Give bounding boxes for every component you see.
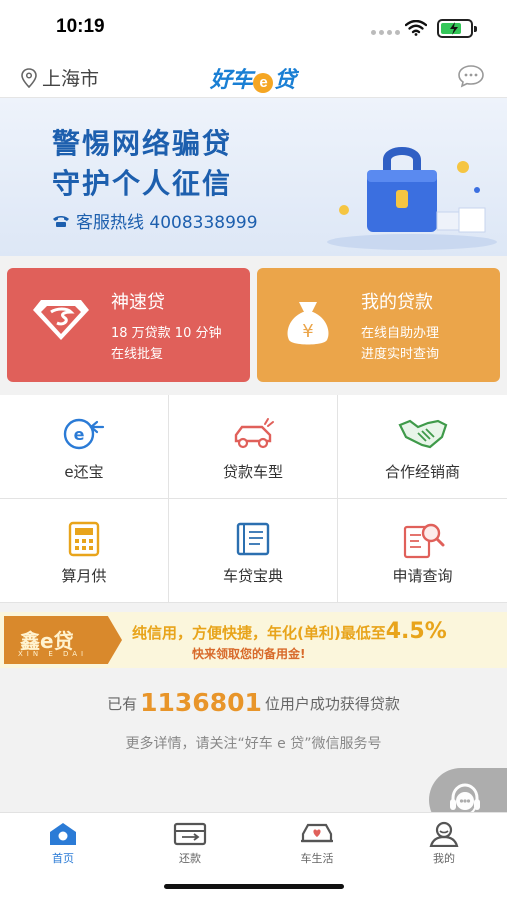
tab-label: 首页 <box>52 852 74 865</box>
banner-headline: 警惕网络骗贷 <box>52 127 233 160</box>
wifi-icon <box>405 20 427 36</box>
app-header: 上海市 好车 e 贷 <box>0 56 507 98</box>
card-subtitle: 进度实时查询 <box>361 347 440 362</box>
location-selector[interactable]: 上海市 <box>20 64 99 91</box>
tab-label: 我的 <box>433 852 455 865</box>
grid-item-e-repay[interactable]: e e还宝 <box>0 395 169 499</box>
grid-item-monthly-calc[interactable]: 算月供 <box>0 499 169 603</box>
logo-e-mark: e <box>253 73 274 93</box>
user-profile-icon <box>429 821 459 847</box>
promo-headline-text: 纯信用，方便快捷，年化(单利)最低至 <box>132 624 386 642</box>
superman-shield-icon <box>33 300 89 340</box>
card-title: 我的贷款 <box>361 292 433 313</box>
app-logo: 好车 e 贷 <box>210 62 296 94</box>
my-loan-card[interactable]: ¥ 我的贷款 在线自助办理 进度实时查询 <box>257 268 500 382</box>
user-stats: 已有 1136801 位用户成功获得贷款 <box>0 688 507 717</box>
grid-item-label: 申请查询 <box>392 567 453 585</box>
tab-repayment[interactable]: 还款 <box>127 813 253 873</box>
promo-brand-sub: XIN E DAI <box>18 650 88 658</box>
repayment-card-icon <box>173 822 207 846</box>
tab-label: 还款 <box>179 852 201 865</box>
grid-item-label: 车贷宝典 <box>222 567 283 585</box>
search-document-icon <box>403 523 444 559</box>
car-life-icon <box>301 823 333 843</box>
e-repay-icon: e <box>63 418 105 450</box>
fraud-warning-banner[interactable]: 警惕网络骗贷 守护个人征信 客服热线 4008338999 <box>0 98 507 256</box>
home-indicator[interactable] <box>164 884 344 889</box>
message-icon[interactable] <box>457 64 485 88</box>
xin-e-dai-promo-banner[interactable]: 鑫e贷 XIN E DAI 纯信用，方便快捷，年化(单利)最低至4.5% 快来领… <box>0 612 507 668</box>
grid-item-loan-guide[interactable]: 车贷宝典 <box>169 499 338 603</box>
banner-subheadline: 守护个人征信 <box>52 167 233 200</box>
book-icon <box>236 522 270 556</box>
grid-item-application-query[interactable]: 申请查询 <box>338 499 507 603</box>
follow-wechat-note: 更多详情，请关注“好车 e 贷”微信服务号 <box>125 736 382 752</box>
grid-item-loan-car-models[interactable]: 贷款车型 <box>169 395 338 499</box>
stats-count: 1136801 <box>140 688 262 717</box>
home-icon <box>50 823 76 845</box>
express-loan-card[interactable]: 神速贷 18 万贷款 10 分钟 在线批复 <box>7 268 250 382</box>
tab-label: 车生活 <box>300 852 334 865</box>
grid-item-label: e还宝 <box>64 463 104 481</box>
calculator-icon <box>68 521 100 557</box>
phone-icon <box>53 215 69 227</box>
promo-rate: 4.5% <box>385 619 447 644</box>
promo-brand-tag: 鑫e贷 XIN E DAI <box>4 616 122 664</box>
product-cards: 神速贷 18 万贷款 10 分钟 在线批复 ¥ 我的贷款 在线自助办理 进度实时… <box>7 268 500 382</box>
card-title: 神速贷 <box>111 292 165 313</box>
padlock-illustration <box>327 147 497 250</box>
svg-text:¥: ¥ <box>302 321 313 342</box>
status-bar: 10:19 <box>0 0 507 56</box>
location-label: 上海市 <box>42 68 100 90</box>
promo-subline: 快来领取您的备用金! <box>192 647 306 661</box>
money-bag-icon: ¥ <box>287 302 329 345</box>
grid-item-label: 贷款车型 <box>222 463 283 481</box>
stats-suffix: 位用户成功获得贷款 <box>264 695 400 713</box>
tab-profile[interactable]: 我的 <box>381 813 507 873</box>
car-icon <box>234 418 274 449</box>
logo-text-part: 贷 <box>274 67 296 92</box>
svg-text:e: e <box>74 425 85 444</box>
battery-icon <box>437 19 477 38</box>
logo-text-part: 好车 <box>210 67 253 92</box>
hotline[interactable]: 客服热线 4008338999 <box>52 208 258 233</box>
tab-car-life[interactable]: 车生活 <box>254 813 380 873</box>
card-subtitle: 在线自助办理 <box>361 326 440 341</box>
grid-item-label: 算月供 <box>61 567 107 585</box>
card-subtitle: 在线批复 <box>111 347 164 362</box>
grid-item-label: 合作经销商 <box>384 463 460 481</box>
cellular-signal-icon <box>371 30 400 35</box>
grid-item-dealers[interactable]: 合作经销商 <box>338 395 507 499</box>
stats-prefix: 已有 <box>107 695 138 713</box>
promo-headline: 纯信用，方便快捷，年化(单利)最低至4.5% <box>132 619 447 644</box>
feature-grid: e e还宝 贷款车型 合作经销商 算月供 车贷宝典 申请查询 <box>0 395 507 603</box>
location-pin-icon <box>21 67 37 88</box>
card-subtitle: 18 万贷款 10 分钟 <box>111 326 222 341</box>
status-time: 10:19 <box>56 16 105 37</box>
tab-home[interactable]: 首页 <box>0 813 126 873</box>
handshake-icon <box>397 419 447 449</box>
hotline-text: 客服热线 4008338999 <box>76 213 258 233</box>
